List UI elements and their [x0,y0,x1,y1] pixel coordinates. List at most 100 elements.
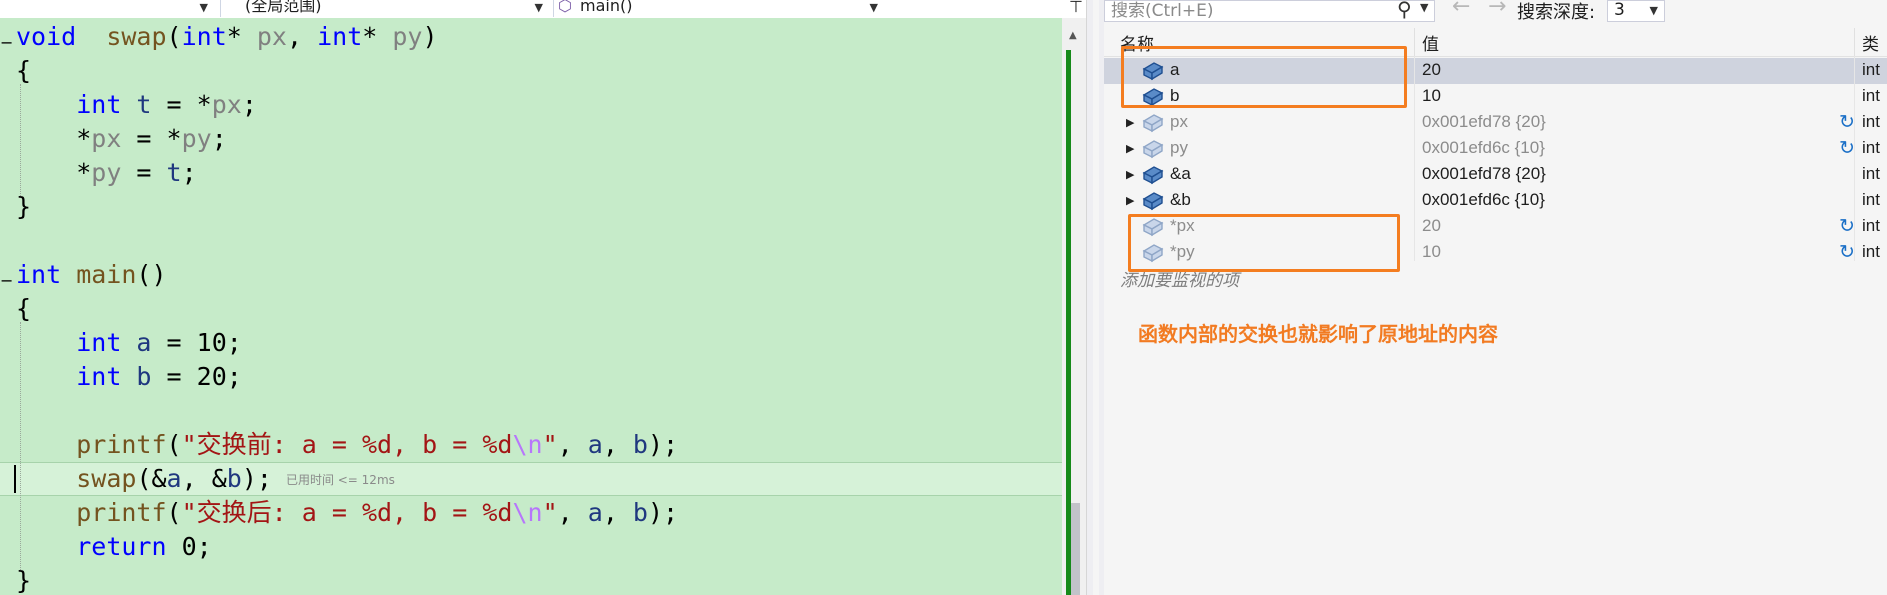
watch-row[interactable]: ▶ &b 0x001efd6c {10} int [1104,188,1887,214]
scope-combo[interactable]: (全局范围) ▼ [220,0,549,17]
search-box[interactable]: ⚲ ▼ [1104,0,1435,22]
code-line[interactable]: *px = *py; [0,122,1062,156]
watch-type: int [1862,242,1880,261]
column-divider [1854,56,1855,261]
code-token: () [136,260,167,289]
code-text: swap(&a, &b); 已用时间 <= 12ms [16,463,395,496]
code-line[interactable] [0,224,1062,258]
watch-window: ⚲ ▼ ← → 搜索深度: 3 ▼ 名称 值 类 a20intb10int▶px… [1104,0,1887,595]
watch-name[interactable]: &b [1170,190,1191,210]
search-icon[interactable]: ⚲ [1397,0,1412,21]
code-token: px [211,90,242,119]
triangle-right-icon[interactable]: ▶ [1126,116,1134,129]
code-line[interactable]: return 0; [0,530,1062,564]
function-cube-icon: ⬡ [558,0,572,15]
code-token: px [91,124,122,153]
watch-name[interactable]: py [1170,138,1188,158]
navigation-bar: ▼ (全局范围) ▼ ⬡ main() ▼ ⊤ [0,0,1083,19]
watch-value[interactable]: 0x001efd78 {20} [1422,112,1546,132]
search-depth-select[interactable]: 3 ▼ [1607,0,1665,22]
refresh-icon[interactable]: ↻ [1839,111,1855,134]
watch-row[interactable]: ▶ &a 0x001efd78 {20} int [1104,162,1887,188]
code-line[interactable]: int t = *px; [0,88,1062,122]
watch-value[interactable]: 0x001efd6c {10} [1422,138,1545,158]
split-editor-button[interactable]: ⊤ [1066,0,1086,17]
code-text: } [16,190,31,224]
code-token: swap [76,464,137,493]
code-line[interactable]: swap(&a, &b); 已用时间 <= 12ms [0,462,1062,496]
code-token: } [16,566,32,595]
splitter-grip[interactable] [1093,0,1099,595]
column-resizer[interactable] [1414,28,1415,56]
watch-row[interactable]: ▶ py 0x001efd6c {10} ↻ int [1104,136,1887,162]
code-editor[interactable]: ▼ (全局范围) ▼ ⬡ main() ▼ ⊤ void swap(int* p… [0,0,1086,595]
scroll-up-icon[interactable]: ▲ [1069,30,1077,41]
project-combo[interactable]: ▼ [0,0,214,17]
watch-value[interactable]: 0x001efd6c {10} [1422,190,1545,210]
code-token: printf [76,430,167,459]
code-token: ); [647,430,679,459]
code-token: = * [121,124,182,153]
watch-value[interactable]: 10 [1422,86,1441,106]
code-token: ( [166,22,182,51]
code-line[interactable]: printf("交换前: a = %d, b = %d\n", a, b); [0,428,1062,462]
code-line[interactable]: *py = t; [0,156,1062,190]
code-token: t [121,90,152,119]
column-resizer[interactable] [1854,28,1855,56]
code-line[interactable]: int b = 20; [0,360,1062,394]
fold-collapse-icon[interactable]: − [0,33,13,52]
change-tracking-margin [1066,50,1071,595]
watch-value[interactable]: 10 [1422,242,1441,262]
watch-value[interactable]: 20 [1422,60,1441,80]
code-token: { [16,56,32,85]
function-combo-label: main() [580,0,633,15]
refresh-icon[interactable]: ↻ [1839,241,1855,264]
watch-type: int [1862,138,1880,157]
arrow-right-icon[interactable]: → [1488,0,1506,19]
column-header-type[interactable]: 类 [1862,30,1879,55]
code-token: int [16,260,62,289]
chevron-down-icon[interactable]: ▼ [1420,1,1428,14]
refresh-icon[interactable]: ↻ [1839,215,1855,238]
code-text: int t = *px; [16,88,257,122]
triangle-right-icon[interactable]: ▶ [1126,142,1134,155]
code-token: \n [512,430,543,459]
arrow-left-icon[interactable]: ← [1452,0,1470,19]
code-token: , [602,498,633,527]
code-token: int [317,22,363,51]
highlight-box-ab [1121,46,1407,108]
code-line[interactable]: { [0,292,1062,326]
watch-value[interactable]: 0x001efd78 {20} [1422,164,1546,184]
code-line[interactable]: int main() [0,258,1062,292]
code-line[interactable]: { [0,54,1062,88]
refresh-icon[interactable]: ↻ [1839,137,1855,160]
function-combo[interactable]: ⬡ main() ▼ [553,0,884,17]
watch-name[interactable]: px [1170,112,1188,132]
code-line[interactable]: } [0,564,1062,595]
code-line[interactable] [0,394,1062,428]
watch-name[interactable]: &a [1170,164,1191,184]
pane-splitter[interactable] [1086,0,1105,595]
code-line[interactable]: printf("交换后: a = %d, b = %d\n", a, b); [0,496,1062,530]
code-line[interactable]: } [0,190,1062,224]
watch-row[interactable]: ▶ px 0x001efd78 {20} ↻ int [1104,110,1887,136]
triangle-right-icon[interactable]: ▶ [1126,168,1134,181]
search-input[interactable] [1111,1,1391,21]
code-line[interactable]: int a = 10; [0,326,1062,360]
code-area[interactable]: void swap(int* px, int* py){ int t = *px… [0,18,1062,595]
code-token: int [76,328,122,357]
column-header-value[interactable]: 值 [1422,30,1439,55]
code-line[interactable]: void swap(int* px, int* py) [0,20,1062,54]
code-text: int main() [16,258,167,292]
code-token: " [542,498,558,527]
code-token: int [76,362,122,391]
fold-collapse-icon[interactable]: − [0,271,13,290]
triangle-right-icon[interactable]: ▶ [1126,194,1134,207]
watch-value[interactable]: 20 [1422,216,1441,236]
code-token: "交换后: a = %d, b = %d [181,498,513,527]
